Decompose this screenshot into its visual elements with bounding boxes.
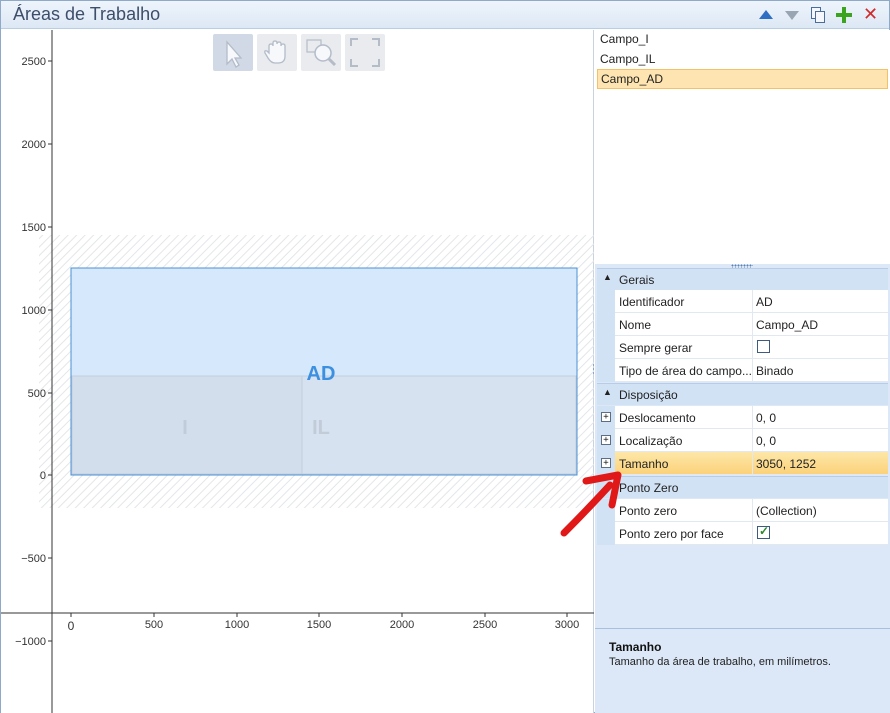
help-description: Tamanho da área de trabalho, em milímetr… (609, 656, 831, 668)
category-disposicao[interactable]: ▲ Disposição (597, 383, 888, 405)
property-sempre-gerar[interactable]: Sempre gerar (597, 336, 888, 359)
property-name: Tamanho (615, 452, 753, 475)
property-value[interactable]: 0, 0 (753, 406, 888, 429)
property-ponto-zero-por-face[interactable]: Ponto zero por face (597, 522, 888, 545)
list-item-campo-il[interactable]: Campo_IL (597, 50, 888, 70)
y-tick-label: 1500 (22, 222, 46, 234)
zoom-icon[interactable] (301, 34, 341, 71)
x-tick-label: 0 (68, 619, 75, 633)
area-label-i: I (182, 417, 188, 439)
y-tick-label: 0 (40, 470, 46, 482)
y-tick-label: −1000 (15, 636, 46, 648)
right-panel: Campo_I Campo_IL Campo_AD ▲ Gerais Ident… (595, 30, 890, 713)
property-value[interactable]: 3050, 1252 (753, 452, 888, 475)
title-bar: Áreas de Trabalho ✕ (1, 1, 889, 29)
property-value[interactable]: AD (753, 290, 888, 313)
list-item-campo-i[interactable]: Campo_I (597, 30, 888, 50)
category-label: Ponto Zero (619, 481, 679, 495)
property-ponto-zero[interactable]: Ponto zero (Collection) (597, 499, 888, 522)
delete-icon[interactable]: ✕ (861, 4, 879, 25)
canvas-drawing: 2500 2000 1500 1000 500 0 −500 −1000 0 5… (1, 30, 594, 713)
property-name: Localização (615, 429, 753, 452)
property-value[interactable]: Binado (753, 359, 888, 382)
x-ticks: 0 500 1000 1500 2000 2500 3000 (68, 613, 579, 633)
expand-plus-icon[interactable]: + (601, 412, 611, 422)
property-tipo-area[interactable]: Tipo de área do campo... Binado (597, 359, 888, 382)
property-name: Sempre gerar (615, 336, 753, 359)
category-gerais[interactable]: ▲ Gerais (597, 268, 888, 290)
x-tick-label: 2500 (473, 619, 497, 631)
y-tick-label: −500 (21, 553, 46, 565)
expand-plus-icon[interactable]: + (601, 458, 611, 468)
x-tick-label: 2000 (390, 619, 414, 631)
property-deslocamento[interactable]: + Deslocamento 0, 0 (597, 406, 888, 429)
move-up-icon[interactable] (757, 6, 775, 24)
sempre-gerar-checkbox[interactable] (757, 340, 770, 353)
property-name: Tipo de área do campo... (615, 359, 753, 382)
property-name: Nome (615, 313, 753, 336)
areas-list: Campo_I Campo_IL Campo_AD (595, 30, 890, 264)
property-nome[interactable]: Nome Campo_AD (597, 313, 888, 336)
category-label: Disposição (619, 388, 678, 402)
work-areas-window: Áreas de Trabalho ✕ 2500 2000 1500 1000 … (0, 0, 890, 713)
drawing-canvas[interactable]: 2500 2000 1500 1000 500 0 −500 −1000 0 5… (1, 30, 594, 713)
help-pane: Tamanho Tamanho da área de trabalho, em … (595, 628, 890, 713)
y-tick-label: 500 (28, 388, 46, 400)
fit-view-icon[interactable] (345, 34, 385, 71)
title-toolbar: ✕ (757, 4, 879, 25)
category-label: Gerais (619, 273, 655, 287)
property-value[interactable]: 0, 0 (753, 429, 888, 452)
property-name: Ponto zero (615, 499, 753, 522)
property-name: Deslocamento (615, 406, 753, 429)
property-tamanho[interactable]: + Tamanho 3050, 1252 (597, 452, 888, 475)
annotation-arrow-icon (560, 471, 622, 537)
window-title: Áreas de Trabalho (13, 4, 161, 24)
y-tick-label: 2500 (22, 56, 46, 68)
x-tick-label: 3000 (555, 619, 579, 631)
y-tick-label: 2000 (22, 139, 46, 151)
property-name: Identificador (615, 290, 753, 313)
work-area-il[interactable] (301, 375, 577, 475)
move-down-icon[interactable] (783, 6, 801, 24)
area-label-il: IL (312, 417, 330, 439)
pointer-tool-icon[interactable] (213, 34, 253, 71)
add-icon[interactable] (835, 6, 853, 24)
help-title: Tamanho (609, 640, 662, 654)
canvas-toolbar (213, 34, 385, 71)
area-label-ad: AD (307, 363, 336, 385)
list-item-campo-ad[interactable]: Campo_AD (597, 69, 888, 89)
copy-icon[interactable] (809, 6, 827, 24)
collapse-chevron-icon[interactable]: ▲ (603, 272, 612, 282)
category-ponto-zero[interactable]: Ponto Zero (597, 476, 888, 498)
ponto-zero-por-face-checkbox[interactable] (757, 524, 770, 539)
expand-plus-icon[interactable]: + (601, 435, 611, 445)
x-tick-label: 1500 (307, 619, 331, 631)
y-tick-label: 1000 (22, 305, 46, 317)
property-name: Ponto zero por face (615, 522, 753, 545)
property-identificador[interactable]: Identificador AD (597, 290, 888, 313)
x-tick-label: 1000 (225, 619, 249, 631)
property-value[interactable]: Campo_AD (753, 313, 888, 336)
collapse-chevron-icon[interactable]: ▲ (603, 387, 612, 397)
pan-hand-icon[interactable] (257, 34, 297, 71)
x-tick-label: 500 (145, 619, 163, 631)
property-localizacao[interactable]: + Localização 0, 0 (597, 429, 888, 452)
property-value[interactable]: (Collection) (753, 499, 888, 522)
